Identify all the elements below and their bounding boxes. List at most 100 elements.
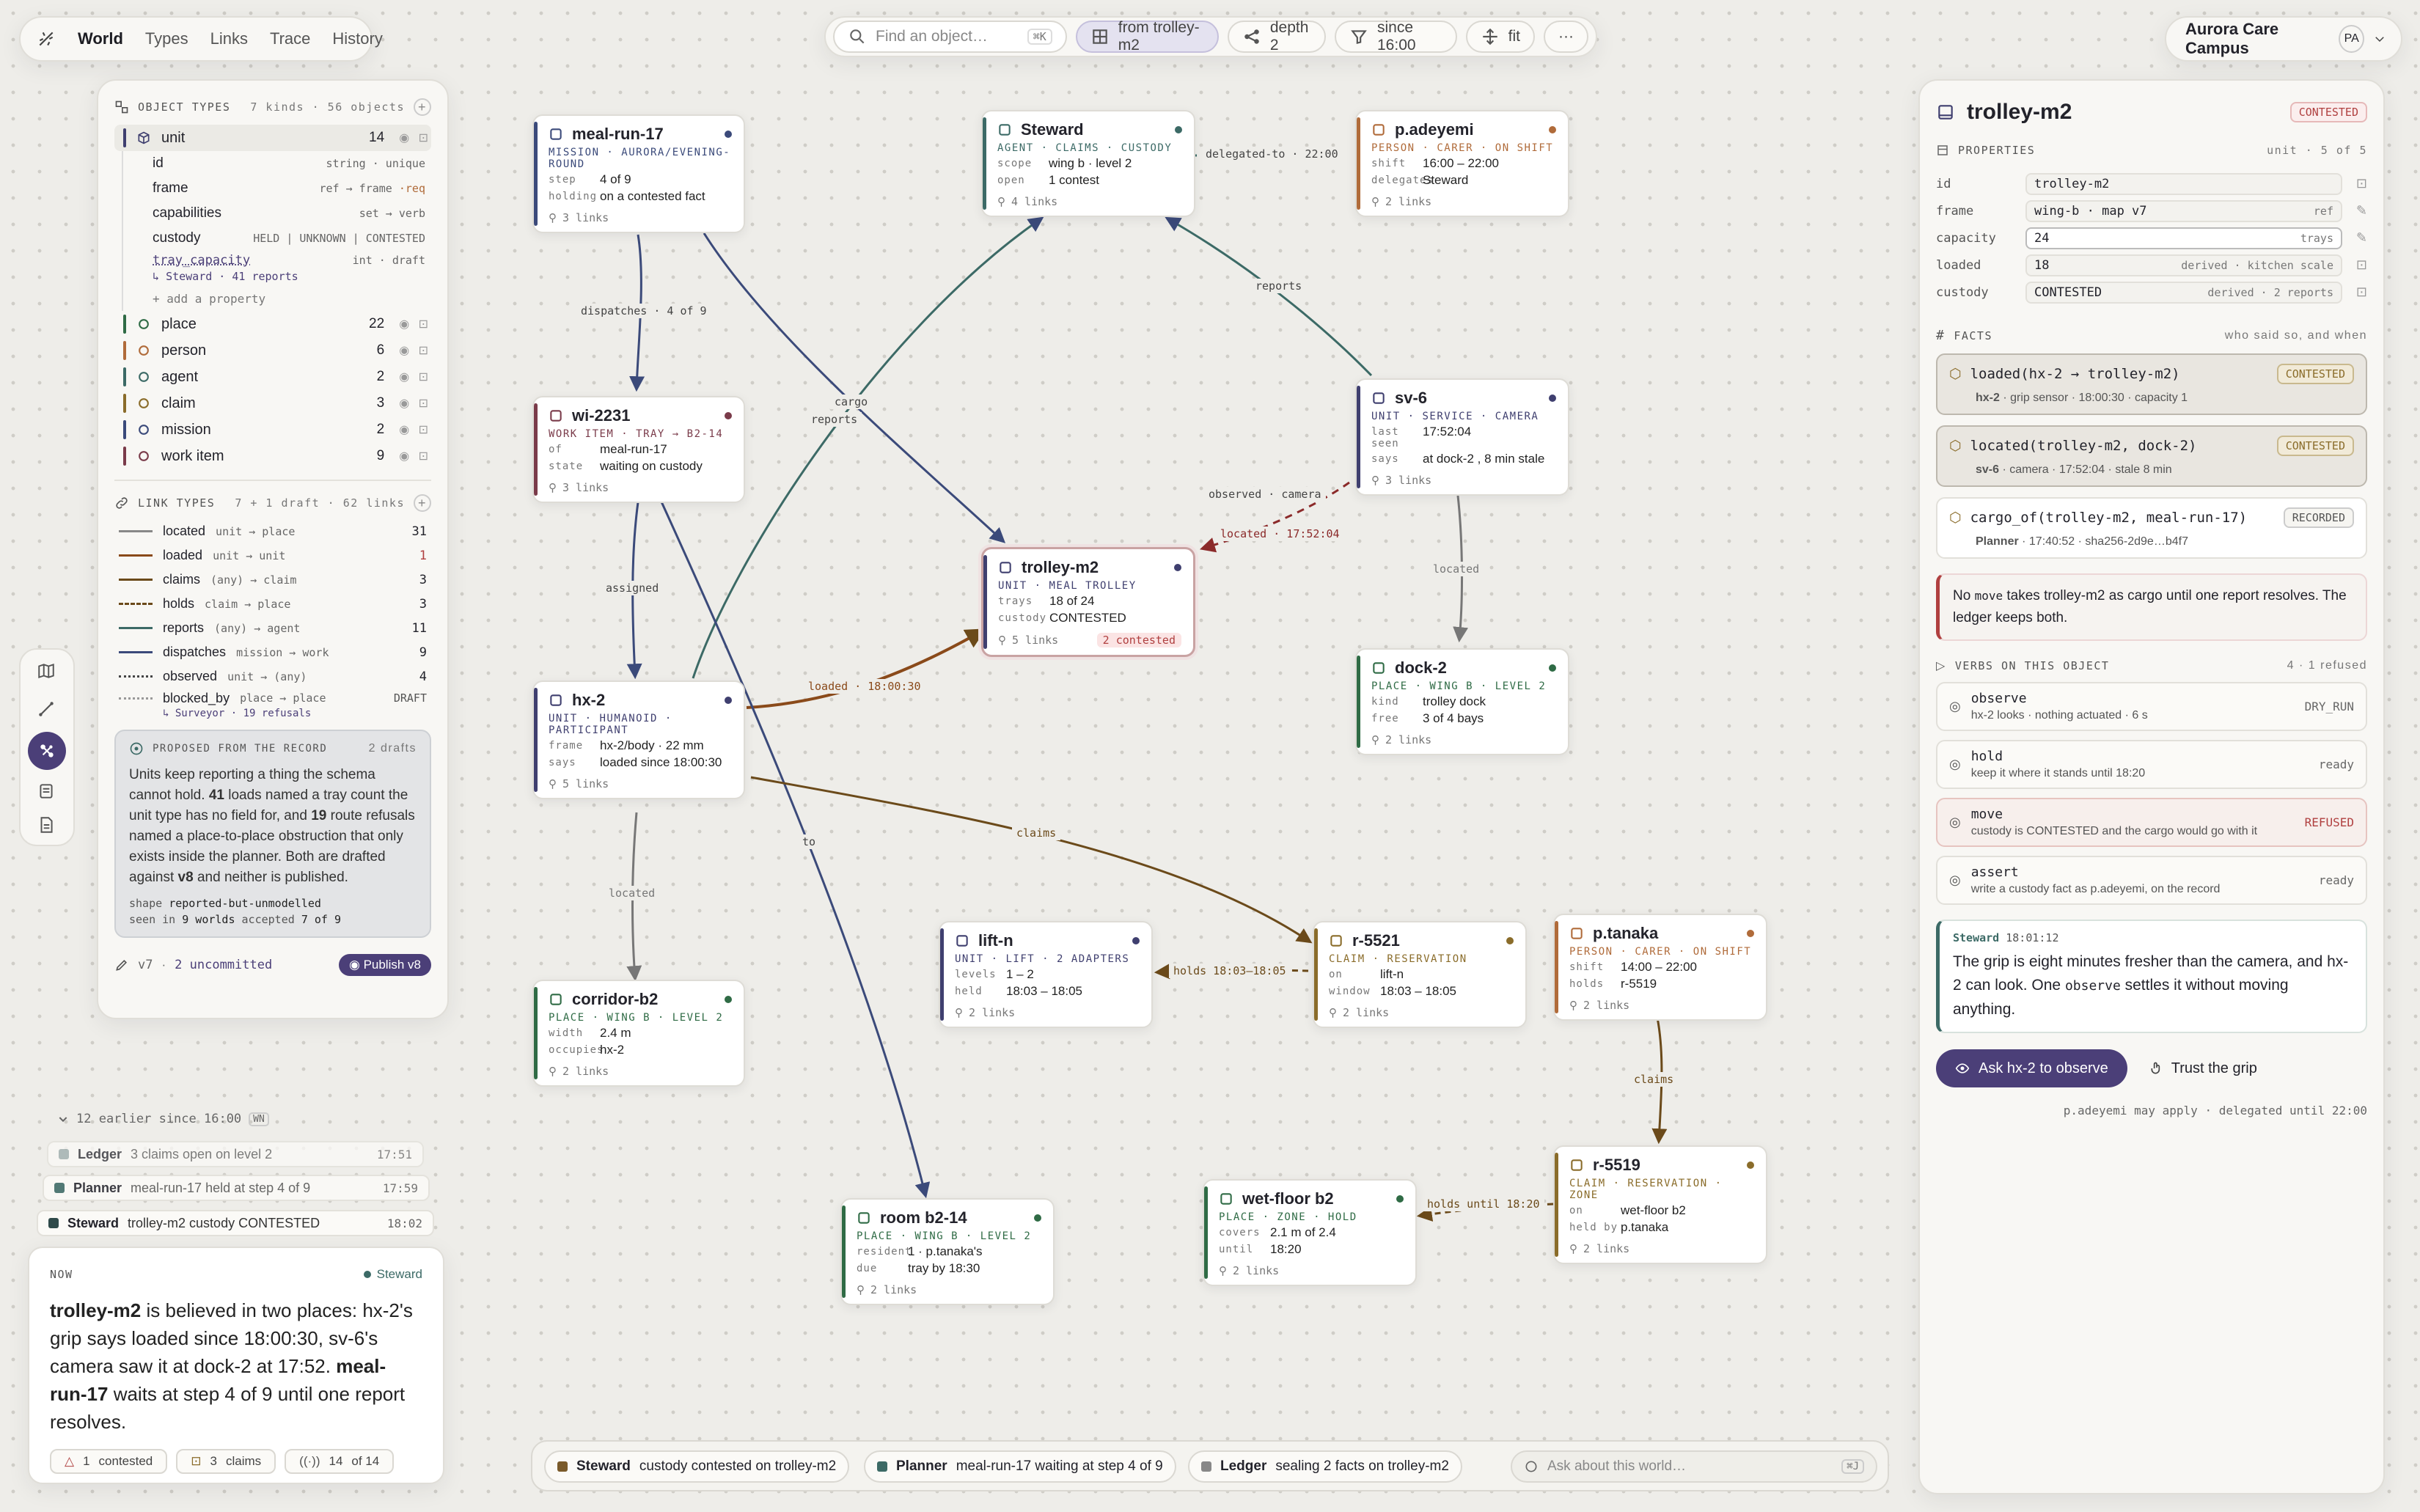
property-frame[interactable]: frame wing-b · map v7 ref ✎ <box>1936 197 2367 224</box>
activity-ledger[interactable]: Ledger sealing 2 facts on trolley-m2 <box>1188 1450 1462 1483</box>
node-field: until 18:20 <box>1219 1242 1302 1256</box>
node-type-icon <box>549 127 563 142</box>
edge-loaded[interactable] <box>746 628 986 709</box>
node-field: levels 1 – 2 <box>955 967 1034 981</box>
node-links[interactable]: 5 links <box>562 777 609 790</box>
link-icon: ⚲ <box>857 1283 865 1296</box>
history-item[interactable]: Planner meal-run-17 held at step 4 of 9 17… <box>43 1175 430 1201</box>
now-label: NOW <box>50 1268 73 1281</box>
node-links[interactable]: 2 links <box>1385 195 1431 208</box>
node-meal[interactable]: meal-run-17 MISSION · AURORA/EVENING-ROUN… <box>532 114 745 233</box>
node-sv6[interactable]: sv-6 UNIT · SERVICE · CAMERA last seen 17:5… <box>1355 378 1569 496</box>
lock-icon[interactable]: ⊡ <box>2342 176 2367 191</box>
lock-icon[interactable]: ⊡ <box>2342 285 2367 300</box>
verb-observe[interactable]: ◎ observe hx-2 looks · nothing actuated · … <box>1936 682 2367 731</box>
status-dot <box>1549 126 1556 133</box>
fact-status: RECORDED <box>2283 507 2354 528</box>
properties-meta: unit · 5 of 5 <box>2267 144 2367 157</box>
edge-cargo[interactable] <box>703 232 1006 543</box>
property-value: trolley-m2 <box>2034 176 2110 191</box>
edge-label-holds: holds 18:03–18:05 <box>1169 964 1291 978</box>
verb-move[interactable]: ◎ move custody is CONTESTED and the cargo … <box>1936 798 2367 847</box>
fact-item[interactable]: ⬡ cargo_of(trolley-m2, meal-run-17) RECORD… <box>1936 497 2367 559</box>
node-links[interactable]: 3 links <box>1385 474 1431 487</box>
edge-reports-sv6[interactable] <box>1165 216 1373 377</box>
trust-grip-button[interactable]: Trust the grip <box>2149 1060 2257 1077</box>
verb-icon: ◎ <box>1949 699 1961 713</box>
node-subtitle: PLACE · ZONE · HOLD <box>1219 1211 1357 1223</box>
node-r5521[interactable]: r-5521 CLAIM · RESERVATION on lift-n window 1… <box>1313 921 1527 1028</box>
units-chip[interactable]: ((·)) 14 of 14 <box>285 1449 395 1474</box>
node-links[interactable]: 5 links <box>1012 634 1058 647</box>
node-steward[interactable]: Steward AGENT · CLAIMS · CUSTODY scope wing… <box>981 110 1195 217</box>
eye-icon <box>1955 1061 1970 1076</box>
node-wetfloor[interactable]: wet-floor b2 PLACE · ZONE · HOLD covers 2.1… <box>1203 1179 1417 1286</box>
node-corridor[interactable]: corridor-b2 PLACE · WING B · LEVEL 2 width… <box>532 980 745 1087</box>
node-subtitle: UNIT · MEAL TROLLEY <box>998 580 1137 592</box>
ask-observe-button[interactable]: Ask hx-2 to observe <box>1936 1049 2127 1087</box>
node-links[interactable]: 2 links <box>1343 1006 1389 1019</box>
node-links[interactable]: 2 links <box>1385 733 1431 746</box>
verb-icon: ◎ <box>1949 815 1961 829</box>
node-links[interactable]: 3 links <box>562 211 609 224</box>
node-links[interactable]: 2 links <box>1233 1264 1279 1277</box>
status-dot <box>1506 937 1514 944</box>
property-custody[interactable]: custody CONTESTED derived · 2 reports ⊡ <box>1936 279 2367 306</box>
chat-icon <box>1524 1459 1539 1474</box>
node-trolley[interactable]: trolley-m2 UNIT · MEAL TROLLEY trays 18 of … <box>981 547 1195 657</box>
node-room[interactable]: room b2-14 PLACE · WING B · LEVEL 2 reside… <box>840 1198 1055 1305</box>
node-subtitle: MISSION · AURORA/EVENING-ROUND <box>549 147 731 170</box>
node-type-icon <box>1569 1158 1584 1172</box>
history-item[interactable]: Steward trolley-m2 custody CONTESTED 18:02 <box>37 1210 434 1236</box>
node-dock[interactable]: dock-2 PLACE · WING B · LEVEL 2 kind trolle… <box>1355 648 1569 755</box>
trolley-icon <box>1936 103 1955 122</box>
verb-assert[interactable]: ◎ assert write a custody fact as p.adeyemi… <box>1936 856 2367 905</box>
node-links[interactable]: 2 links <box>969 1006 1015 1019</box>
lock-icon[interactable]: ✎ <box>2342 203 2367 219</box>
property-loaded[interactable]: loaded 18 derived · kitchen scale ⊡ <box>1936 252 2367 279</box>
property-value: 18 <box>2034 257 2050 273</box>
history-toggle[interactable]: 12 earlier since 16:00 WN <box>57 1112 269 1126</box>
fact-item[interactable]: ⬡ located(trolley-m2, dock-2) CONTESTED sv-… <box>1936 425 2367 487</box>
node-r5519[interactable]: r-5519 CLAIM · RESERVATION · ZONE on wet-fl… <box>1553 1145 1767 1264</box>
edge-label-reports: reports <box>807 412 862 427</box>
contested-chip[interactable]: △ 1 contested <box>50 1449 168 1474</box>
lock-icon[interactable]: ⊡ <box>2342 257 2367 273</box>
edge-claims-r5521[interactable] <box>750 776 1313 944</box>
chevron-down-icon <box>57 1113 69 1125</box>
node-links[interactable]: 4 links <box>1011 195 1057 208</box>
link-icon: ⚲ <box>1371 195 1379 208</box>
edge-to-room[interactable] <box>659 498 931 1199</box>
node-field: says loaded since 18:00:30 <box>549 755 722 769</box>
node-type-icon <box>857 1211 871 1225</box>
edge-label-located: located <box>1429 562 1484 576</box>
link-icon: ⚲ <box>1371 474 1379 487</box>
node-links[interactable]: 3 links <box>562 481 609 494</box>
node-type-icon <box>1371 661 1386 675</box>
node-wi[interactable]: wi-2231 WORK ITEM · TRAY → B2-14 of meal-ru… <box>532 396 745 503</box>
verb-hold[interactable]: ◎ hold keep it where it stands until 18:20… <box>1936 740 2367 789</box>
node-tanaka[interactable]: p.tanaka PERSON · CARER · ON SHIFT shift 14… <box>1553 914 1767 1021</box>
node-adeyemi[interactable]: p.adeyemi PERSON · CARER · ON SHIFT shift 1… <box>1355 110 1569 217</box>
property-capacity[interactable]: capacity 24 trays ✎ <box>1936 224 2367 252</box>
node-links[interactable]: 2 links <box>1583 1242 1629 1255</box>
history-item[interactable]: Ledger 3 claims open on level 2 17:51 <box>47 1141 424 1167</box>
edge-label-reports: reports <box>1251 279 1307 293</box>
node-type-icon <box>1569 926 1584 941</box>
node-hx2[interactable]: hx-2 UNIT · HUMANOID · PARTICIPANT frame hx… <box>532 680 745 799</box>
node-lift[interactable]: lift-n UNIT · LIFT · 2 ADAPTERS levels 1 – … <box>939 921 1153 1028</box>
node-links[interactable]: 2 links <box>870 1283 917 1296</box>
node-links[interactable]: 2 links <box>562 1065 609 1078</box>
fact-title: loaded(hx-2 → trolley-m2) <box>1970 366 2180 382</box>
activity-steward[interactable]: Steward custody contested on trolley-m2 <box>544 1450 850 1483</box>
property-id[interactable]: id trolley-m2 ⊡ <box>1936 170 2367 197</box>
fact-item[interactable]: ⬡ loaded(hx-2 → trolley-m2) CONTESTED hx-2 … <box>1936 353 2367 415</box>
link-icon: ⚲ <box>549 1065 557 1078</box>
node-links[interactable]: 2 links <box>1583 999 1629 1012</box>
claims-chip[interactable]: ⊡ 3 claims <box>176 1449 276 1474</box>
ask-input[interactable]: Ask about this world… ⌘J <box>1511 1450 1877 1483</box>
pencil-icon[interactable]: ✎ <box>2342 230 2367 246</box>
verb-name: move <box>1970 807 2003 822</box>
activity-planner[interactable]: Planner meal-run-17 waiting at step 4 of … <box>864 1450 1176 1483</box>
verb-desc: write a custody fact as p.adeyemi, on th… <box>1970 883 2221 895</box>
